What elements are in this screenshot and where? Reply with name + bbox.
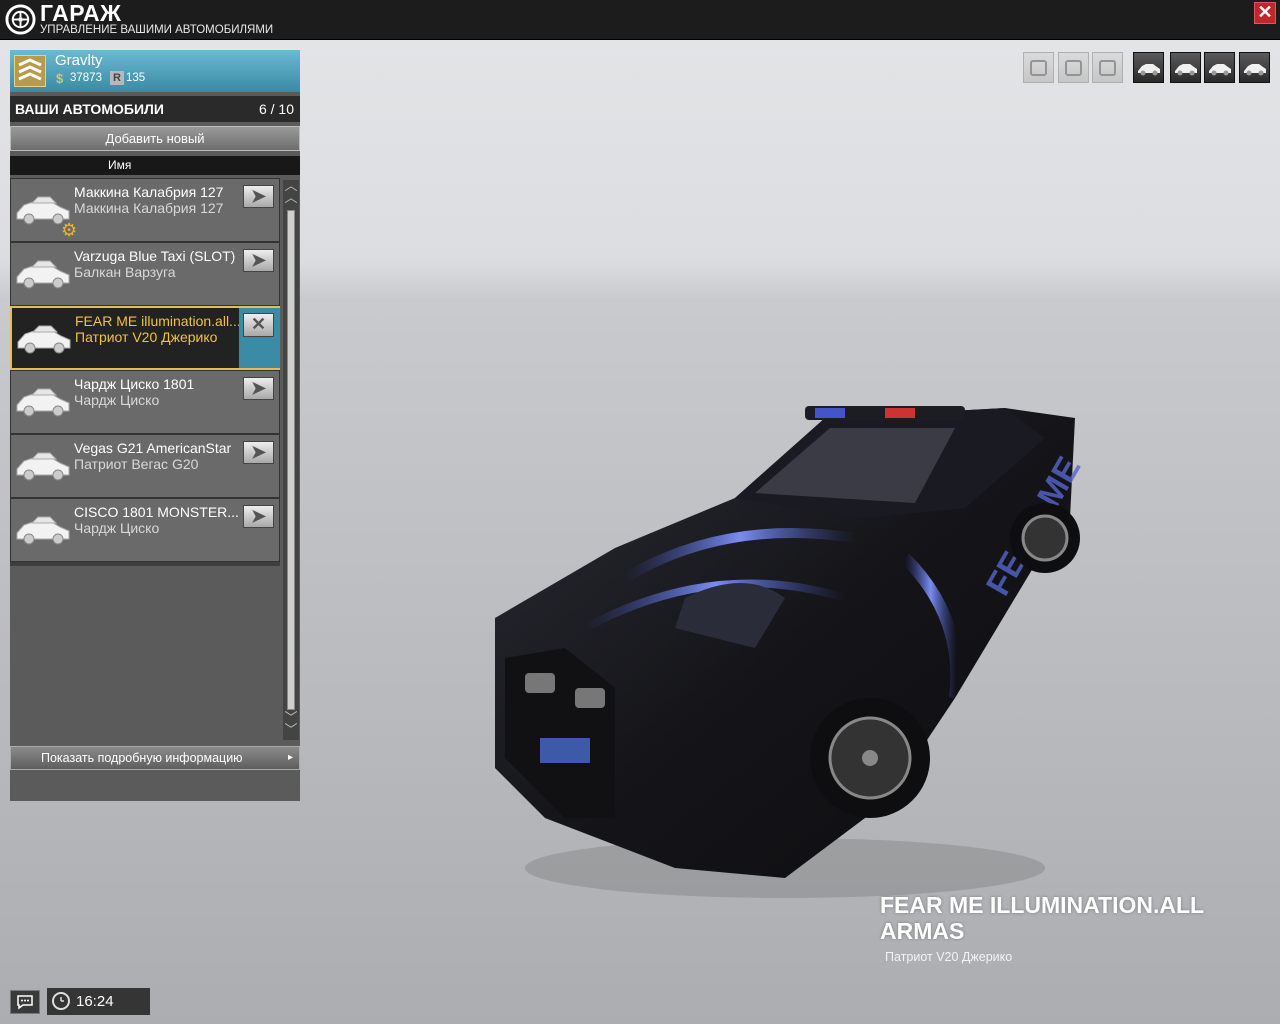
selected-action-area: ✕ bbox=[239, 308, 280, 368]
add-car-button[interactable]: Добавить новый bbox=[10, 126, 300, 151]
car-list-scrollbar[interactable]: ︿ ︿ ﹀ ﹀ bbox=[283, 179, 299, 740]
clock-time: 16:24 bbox=[76, 993, 114, 1010]
cars-header: ВАШИ АВТОМОБИЛИ 6 / 10 bbox=[10, 96, 300, 122]
open-car-button[interactable]: ➤ bbox=[243, 505, 274, 528]
show-details-button[interactable]: Показать подробную информацию ▸ bbox=[10, 746, 300, 770]
scroll-down-icon[interactable]: ﹀ ﹀ bbox=[283, 711, 299, 740]
currency-icon: $ bbox=[56, 71, 64, 86]
car-list-item[interactable]: Vegas G21 AmericanStar Патриот Вегас G20 ➤ bbox=[10, 434, 280, 498]
close-button[interactable]: ✕ bbox=[1254, 2, 1276, 24]
garage-panel: Gravlty $ 37873 R 135 ВАШИ АВТОМОБИЛИ 6 … bbox=[10, 50, 300, 801]
scroll-thumb[interactable] bbox=[287, 210, 295, 710]
car-name: Маккина Калабрия 127 bbox=[74, 184, 224, 200]
chat-button[interactable] bbox=[10, 990, 40, 1014]
rating-icon: R bbox=[110, 71, 124, 85]
paint-icon[interactable] bbox=[1023, 52, 1054, 83]
car-name: Чардж Циско 1801 bbox=[74, 376, 195, 392]
page-title: ГАРАЖ bbox=[40, 0, 122, 26]
selected-car-model: Патриот V20 Джерико bbox=[885, 950, 1013, 964]
open-car-button[interactable]: ➤ bbox=[243, 185, 274, 208]
car-thumbnail-icon bbox=[16, 260, 70, 289]
car-name: FEAR ME illumination.all... bbox=[75, 313, 241, 329]
car-name: Varzuga Blue Taxi (SLOT) bbox=[74, 248, 236, 264]
engine-icon[interactable] bbox=[1058, 52, 1089, 83]
car-model: Балкан Варзуга bbox=[74, 264, 176, 280]
selected-car-title: FEAR ME ILLUMINATION.ALL ARMAS bbox=[880, 892, 1204, 944]
gear-icon: ⚙ bbox=[61, 220, 78, 240]
garage-wheel-icon bbox=[5, 4, 36, 35]
player-profile: Gravlty $ 37873 R 135 bbox=[10, 50, 300, 92]
car-model: Чардж Циско bbox=[74, 392, 160, 408]
open-car-button[interactable]: ➤ bbox=[243, 249, 274, 272]
credits-value: 37873 bbox=[70, 72, 102, 84]
clock: 16:24 bbox=[47, 988, 150, 1015]
car-name: CISCO 1801 MONSTER... bbox=[74, 504, 239, 520]
car-list-item[interactable]: Маккина Калабрия 127 Маккина Калабрия 127… bbox=[10, 178, 280, 242]
car-model: Патриот Вегас G20 bbox=[74, 456, 199, 472]
scroll-up-icon[interactable]: ︿ ︿ bbox=[283, 179, 299, 208]
column-name-label[interactable]: Имя bbox=[108, 158, 131, 172]
rank-badge-icon bbox=[14, 55, 46, 87]
car-front-view-icon[interactable] bbox=[1170, 52, 1201, 83]
show-details-label: Показать подробную информацию bbox=[41, 751, 243, 765]
car-list-item[interactable]: CISCO 1801 MONSTER... Чардж Циско ➤ bbox=[10, 498, 280, 562]
car-thumbnail-icon bbox=[16, 516, 70, 545]
car-list: Маккина Калабрия 127 Маккина Калабрия 127… bbox=[10, 178, 280, 566]
chat-icon bbox=[17, 995, 33, 1010]
car-model: Чардж Циско bbox=[74, 520, 160, 536]
car-top-view-icon[interactable] bbox=[1204, 52, 1235, 83]
page-subtitle: УПРАВЛЕНИЕ ВАШИМИ АВТОМОБИЛЯМИ bbox=[40, 24, 274, 36]
car-iso-view-icon[interactable] bbox=[1133, 52, 1164, 83]
clock-icon bbox=[52, 992, 70, 1010]
column-header: Имя bbox=[10, 156, 300, 175]
car-side-view-icon[interactable] bbox=[1239, 52, 1270, 83]
arrow-right-icon: ▸ bbox=[287, 752, 293, 763]
car-model: Патриот V20 Джерико bbox=[75, 329, 218, 345]
horn-icon[interactable] bbox=[1092, 52, 1123, 83]
car-thumbnail-icon bbox=[16, 388, 70, 417]
player-name: Gravlty bbox=[55, 52, 103, 69]
car-thumbnail-icon bbox=[16, 452, 70, 481]
car-list-item[interactable]: Varzuga Blue Taxi (SLOT) Балкан Варзуга ➤ bbox=[10, 242, 280, 306]
car-list-item[interactable]: FEAR ME illumination.all... Патриот V20 Д… bbox=[10, 306, 280, 370]
car-model: Маккина Калабрия 127 bbox=[74, 200, 224, 216]
title-bar: ГАРАЖ УПРАВЛЕНИЕ ВАШИМИ АВТОМОБИЛЯМИ ✕ bbox=[0, 0, 1280, 40]
open-car-button[interactable]: ➤ bbox=[243, 377, 274, 400]
remove-car-button[interactable]: ✕ bbox=[243, 313, 274, 337]
rating-value: 135 bbox=[126, 72, 146, 84]
open-car-button[interactable]: ➤ bbox=[243, 441, 274, 464]
car-list-item[interactable]: Чардж Циско 1801 Чардж Циско ➤ bbox=[10, 370, 280, 434]
car-name: Vegas G21 AmericanStar bbox=[74, 440, 232, 456]
car-preview[interactable]: FEAR ME bbox=[485, 398, 1085, 908]
cars-count: 6 / 10 bbox=[258, 101, 294, 117]
cars-title: ВАШИ АВТОМОБИЛИ bbox=[15, 101, 164, 117]
car-thumbnail-icon bbox=[17, 325, 71, 354]
